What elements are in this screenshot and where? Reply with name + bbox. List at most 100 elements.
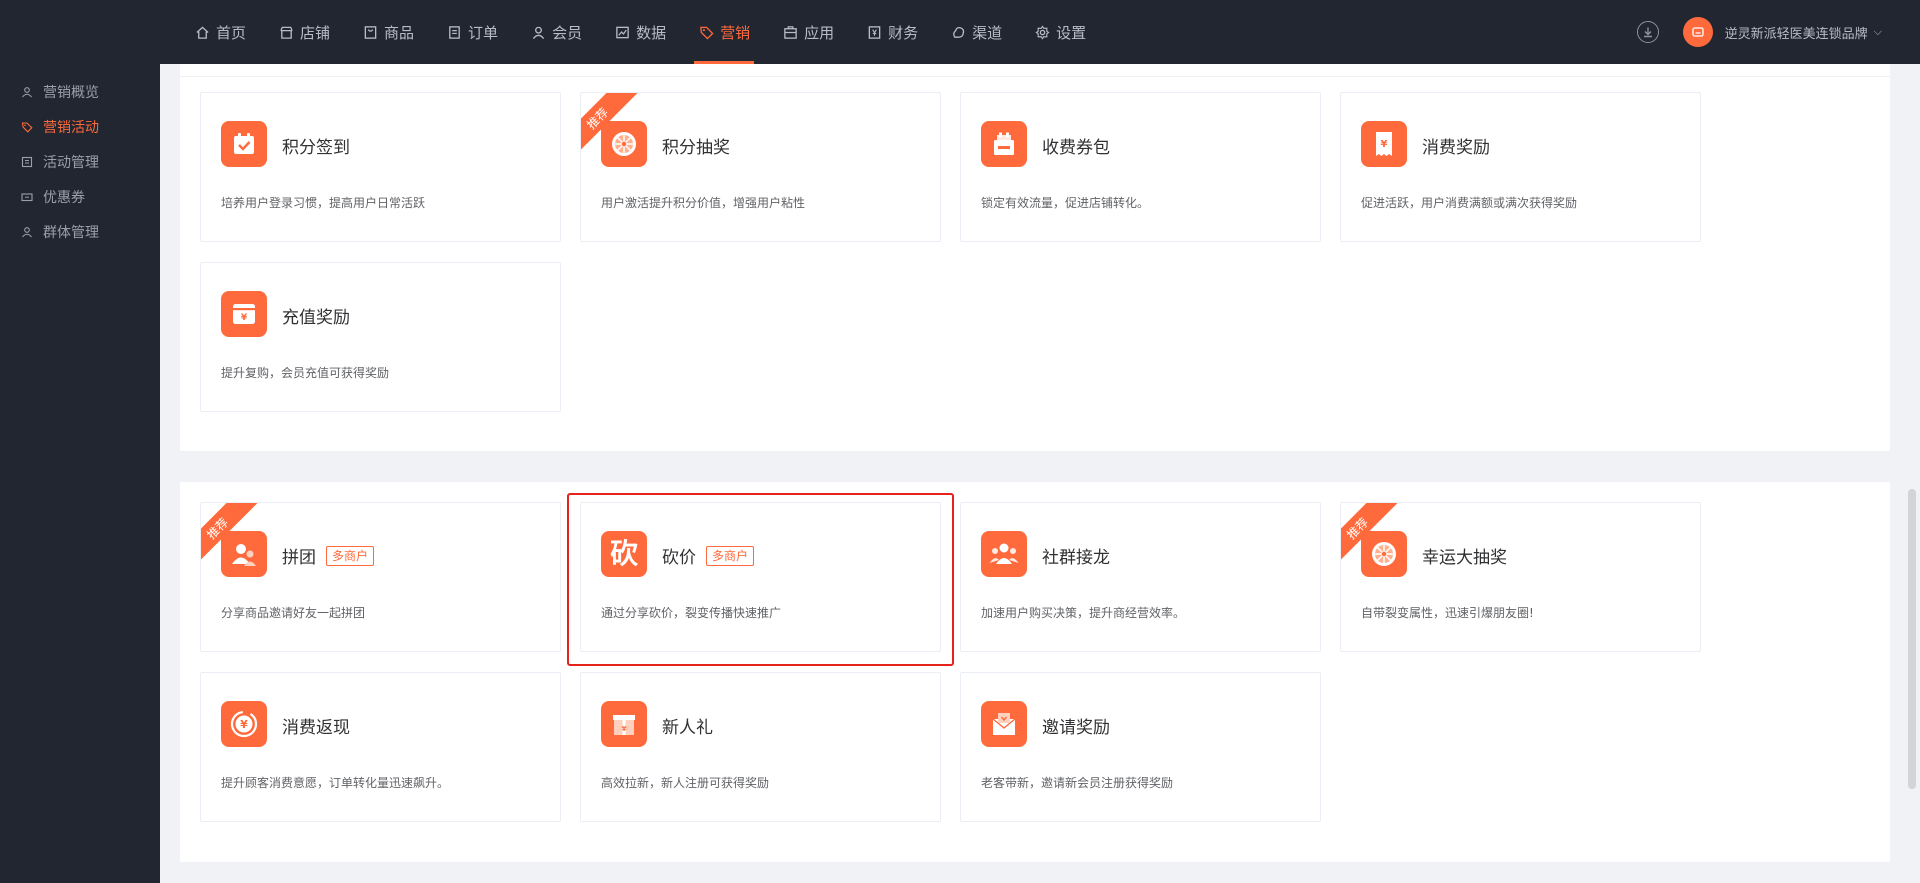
activity-card-invite-reward[interactable]: 邀请奖励 老客带新，邀请新会员注册获得奖励	[960, 672, 1321, 822]
nav-item-marketing[interactable]: 营销	[686, 0, 762, 64]
sidebar: 营销概览 营销活动 活动管理 优惠券 群体管理	[0, 64, 160, 883]
activity-card-lucky-draw[interactable]: 推荐 幸运大抽奖 自带裂变属性，迅速引爆朋友圈!	[1340, 502, 1701, 652]
card-title: 收费券包	[1042, 138, 1110, 158]
member-icon	[530, 24, 546, 40]
card-desc: 锁定有效流量，促进店铺转化。	[981, 196, 1150, 210]
cashback-yen-icon: ¥	[221, 701, 267, 747]
panel-promo-activities: 推荐 拼团 多商户 分享商品邀请好友一起拼团 砍 砍价 多商户 通过分享砍价，裂变传…	[180, 482, 1890, 862]
nav-label: 渠道	[972, 23, 1003, 42]
sidebar-item-group-manage[interactable]: 群体管理	[0, 214, 160, 249]
panel-points-activities: 积分签到 培养用户登录习惯，提高用户日常活跃 推荐 积分抽奖 用户激活提升积分价…	[180, 64, 1890, 451]
wallet-yen-icon: ¥	[221, 291, 267, 337]
activity-card-bargain[interactable]: 砍 砍价 多商户 通过分享砍价，裂变传播快速推广	[580, 502, 941, 652]
divider	[180, 76, 1890, 77]
gift-icon: ¥	[601, 701, 647, 747]
invite-envelope-icon	[981, 701, 1027, 747]
svg-text:¥: ¥	[241, 313, 248, 323]
activity-card-community-chain[interactable]: 社群接龙 加速用户购买决策，提升商经营效率。	[960, 502, 1321, 652]
sidebar-item-label: 营销概览	[43, 84, 99, 101]
top-right-area: 逆灵新派轻医美连锁品牌 ⌵	[1636, 0, 1882, 64]
sidebar-item-overview[interactable]: 营销概览	[0, 74, 160, 109]
shop-icon	[278, 24, 294, 40]
card-title: 社群接龙	[1042, 548, 1110, 568]
user-icon	[20, 225, 34, 239]
sidebar-item-activity-manage[interactable]: 活动管理	[0, 144, 160, 179]
card-desc: 分享商品邀请好友一起拼团	[221, 606, 366, 620]
scrollbar-thumb[interactable]	[1908, 489, 1916, 789]
list-icon	[20, 155, 34, 169]
activity-card-points-signin[interactable]: 积分签到 培养用户登录习惯，提高用户日常活跃	[200, 92, 561, 242]
nav-item-app[interactable]: 应用	[770, 0, 846, 64]
nav-label: 会员	[552, 23, 583, 42]
multi-merchant-tag: 多商户	[326, 545, 375, 566]
nav-item-channel[interactable]: 渠道	[938, 0, 1014, 64]
card-title: 拼团 多商户	[282, 543, 375, 568]
nav-item-data[interactable]: 数据	[602, 0, 678, 64]
coupon-icon	[20, 190, 34, 204]
nav-label: 商品	[384, 23, 415, 42]
sidebar-item-activities[interactable]: 营销活动	[0, 109, 160, 144]
nav-item-settings[interactable]: 设置	[1022, 0, 1098, 64]
user-icon	[20, 85, 34, 99]
card-title: 幸运大抽奖	[1422, 548, 1507, 568]
nav-label: 营销	[720, 23, 751, 42]
nav-label: 数据	[636, 23, 667, 42]
app-icon	[782, 24, 798, 40]
card-desc: 自带裂变属性，迅速引爆朋友圈!	[1361, 606, 1534, 620]
multi-merchant-tag: 多商户	[706, 545, 755, 566]
group-users-icon	[221, 531, 267, 577]
gear-icon	[1034, 24, 1050, 40]
card-title: 消费返现	[282, 718, 350, 738]
activity-card-group-buy[interactable]: 推荐 拼团 多商户 分享商品邀请好友一起拼团	[200, 502, 561, 652]
sidebar-item-label: 营销活动	[43, 119, 99, 136]
tag-icon	[20, 120, 34, 134]
main-content: 积分签到 培养用户登录习惯，提高用户日常活跃 推荐 积分抽奖 用户激活提升积分价…	[160, 64, 1920, 883]
card-desc: 通过分享砍价，裂变传播快速推广	[601, 606, 782, 620]
activity-card-cashback[interactable]: ¥ 消费返现 提升顾客消费意愿，订单转化量迅速飙升。	[200, 672, 561, 822]
card-title: 充值奖励	[282, 308, 350, 328]
nav-label: 财务	[888, 23, 919, 42]
wheel-icon	[601, 121, 647, 167]
nav-label: 店铺	[300, 23, 331, 42]
nav-item-home[interactable]: 首页	[182, 0, 258, 64]
nav-item-shop[interactable]: 店铺	[266, 0, 342, 64]
card-desc: 加速用户购买决策，提升商经营效率。	[981, 606, 1186, 620]
card-desc: 用户激活提升积分价值，增强用户粘性	[601, 196, 806, 210]
activity-card-spend-reward[interactable]: ¥ 消费奖励 促进活跃，用户消费满额或满次获得奖励	[1340, 92, 1701, 242]
card-title: 新人礼	[662, 718, 713, 738]
top-navbar: 首页 店铺 商品 订单 会员 数据 营销 应用 财务 渠道 设置 逆灵新派轻医美…	[0, 0, 1920, 64]
chart-icon	[614, 24, 630, 40]
sidebar-item-coupon[interactable]: 优惠券	[0, 179, 160, 214]
download-icon[interactable]	[1636, 21, 1659, 43]
nav-item-finance[interactable]: 财务	[854, 0, 930, 64]
sidebar-item-label: 优惠券	[43, 189, 85, 206]
activity-card-points-lottery[interactable]: 推荐 积分抽奖 用户激活提升积分价值，增强用户粘性	[580, 92, 941, 242]
scrollbar[interactable]	[1900, 64, 1920, 883]
chevron-down-icon[interactable]: ⌵	[1874, 25, 1882, 39]
card-desc: 高效拉新，新人注册可获得奖励	[601, 776, 770, 790]
channel-icon	[950, 24, 966, 40]
sidebar-item-label: 活动管理	[43, 154, 99, 171]
card-desc: 促进活跃，用户消费满额或满次获得奖励	[1361, 196, 1578, 210]
nav-item-member[interactable]: 会员	[518, 0, 594, 64]
activity-card-paid-coupon-pack[interactable]: 收费券包 锁定有效流量，促进店铺转化。	[960, 92, 1321, 242]
nav-label: 订单	[468, 23, 499, 42]
card-title: 积分签到	[282, 138, 350, 158]
card-title: 砍价 多商户	[662, 543, 755, 568]
bargain-icon: 砍	[601, 531, 647, 577]
nav-label: 设置	[1056, 23, 1087, 42]
card-title: 积分抽奖	[662, 138, 730, 158]
shop-name[interactable]: 逆灵新派轻医美连锁品牌	[1725, 23, 1868, 42]
activity-card-recharge-reward[interactable]: ¥ 充值奖励 提升复购，会员充值可获得奖励	[200, 262, 561, 412]
card-desc: 提升复购，会员充值可获得奖励	[221, 366, 390, 380]
activity-card-newcomer-gift[interactable]: ¥ 新人礼 高效拉新，新人注册可获得奖励	[580, 672, 941, 822]
nav-item-order[interactable]: 订单	[434, 0, 510, 64]
order-icon	[446, 24, 462, 40]
avatar[interactable]	[1682, 17, 1713, 47]
card-desc: 老客带新，邀请新会员注册获得奖励	[981, 776, 1174, 790]
coupon-bag-icon	[981, 121, 1027, 167]
nav-label: 首页	[216, 23, 247, 42]
nav-item-goods[interactable]: 商品	[350, 0, 426, 64]
card-title: 消费奖励	[1422, 138, 1490, 158]
svg-text:¥: ¥	[1381, 139, 1388, 150]
